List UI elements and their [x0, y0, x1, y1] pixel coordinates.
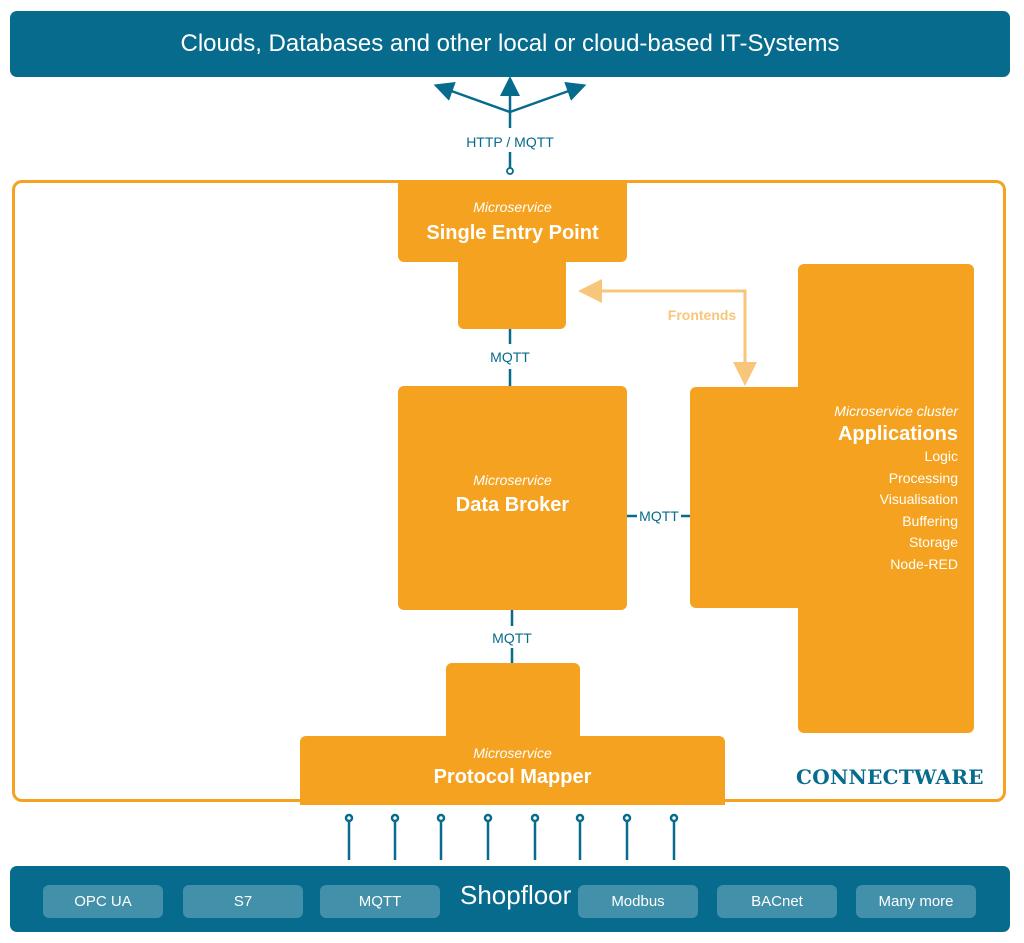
apps-item: Logic — [924, 448, 958, 464]
apps-name: Applications — [837, 423, 958, 445]
protocol-chip-s7[interactable]: S7 — [183, 885, 303, 918]
single-entry-point-stem — [458, 258, 566, 329]
mapper-name: Protocol Mapper — [433, 766, 592, 788]
shopfloor-bar: OPC UA S7 MQTT Shopfloor Modbus BACnet M… — [10, 866, 1010, 932]
apps-item: Buffering — [902, 512, 958, 529]
protocol-mapper-top — [446, 663, 580, 743]
apps-items: Logic Processing Visualisation Buffering… — [700, 446, 958, 575]
apps-item: Processing — [888, 469, 958, 486]
frontends-arrow — [578, 279, 757, 386]
apps-item: Storage — [908, 534, 958, 550]
protocol-chip-mqtt[interactable]: MQTT — [320, 885, 440, 918]
protocol-chip-bacnet[interactable]: BACnet — [717, 885, 837, 918]
protocol-chip-many-more[interactable]: Many more — [856, 885, 976, 918]
protocol-chip-opcua[interactable]: OPC UA — [43, 885, 163, 918]
shopfloor-title: Shopfloor — [460, 880, 572, 910]
http-connector-dot — [506, 167, 514, 175]
protocol-chip-modbus[interactable]: Modbus — [578, 885, 698, 918]
http-fan-arrows — [433, 76, 587, 168]
mqtt-label-mapper: MQTT — [492, 630, 532, 646]
applications-text: Microservice cluster Applications Logic … — [700, 403, 958, 575]
broker-kind: Microservice — [473, 472, 552, 488]
apps-item: Node-RED — [890, 555, 958, 572]
sep-kind: Microservice — [473, 199, 552, 215]
shopfloor-pins — [344, 813, 679, 860]
apps-item: Visualisation — [879, 491, 958, 507]
http-mqtt-label: HTTP / MQTT — [466, 134, 554, 150]
sep-name: Single Entry Point — [426, 222, 599, 244]
mapper-kind: Microservice — [473, 745, 552, 761]
connectware-logo: CONNECTWARE — [796, 765, 984, 789]
apps-kind: Microservice cluster — [834, 403, 958, 419]
mqtt-label-apps: MQTT — [639, 508, 679, 524]
frontends-label: Frontends — [667, 307, 737, 323]
broker-name: Data Broker — [455, 494, 570, 516]
mqtt-label-sep: MQTT — [490, 349, 530, 365]
